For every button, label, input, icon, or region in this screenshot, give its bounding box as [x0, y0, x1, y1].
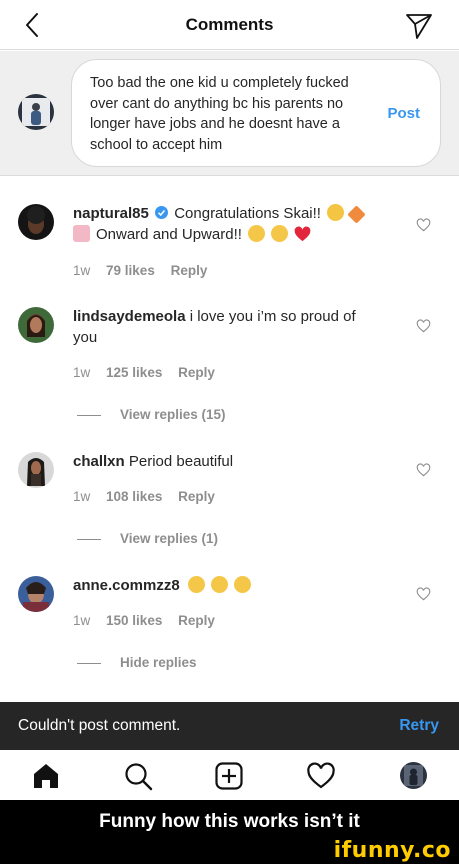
- comment-meta: 1w 150 likes Reply: [73, 613, 227, 628]
- avatar: [18, 94, 54, 130]
- comment-item: lindsaydemeola i love you i’m so proud o…: [0, 286, 459, 436]
- replies-divider: [77, 414, 101, 416]
- caption-text: Funny how this works isn’t it: [99, 811, 360, 832]
- heart-icon[interactable]: [306, 761, 336, 791]
- comment-text: anne.commzz8: [73, 576, 383, 597]
- comment-body-line2: Onward and Upward!!: [96, 225, 242, 243]
- comment-body: Period beautiful: [128, 453, 234, 470]
- avatar[interactable]: [18, 452, 54, 488]
- comment-username[interactable]: anne.commzz8: [73, 577, 180, 594]
- comment-text: naptural85 Congratulations Skai!! Onward…: [73, 204, 383, 245]
- comment-likes[interactable]: 125 likes: [106, 365, 162, 380]
- view-replies-button[interactable]: View replies (1): [77, 531, 218, 546]
- heart-eyes-emoji-icon: [234, 576, 252, 593]
- comment-composer: Too bad the one kid u completely fucked …: [0, 51, 459, 176]
- comment-likes[interactable]: 150 likes: [106, 613, 162, 628]
- replies-label[interactable]: View replies (15): [120, 407, 226, 422]
- comment-username[interactable]: challxn: [73, 453, 125, 470]
- comments-header: Comments: [0, 0, 459, 50]
- red-heart-emoji-icon: [295, 225, 311, 241]
- comment-item: naptural85 Congratulations Skai!! Onward…: [0, 176, 459, 286]
- like-heart-icon[interactable]: [416, 587, 431, 601]
- comment-username[interactable]: naptural85: [73, 205, 149, 222]
- search-icon[interactable]: [123, 761, 153, 791]
- profile-icon[interactable]: [400, 762, 427, 789]
- comment-likes[interactable]: 79 likes: [106, 263, 155, 278]
- retry-button[interactable]: Retry: [399, 717, 439, 735]
- avatar[interactable]: [18, 204, 54, 240]
- like-heart-icon[interactable]: [416, 218, 431, 232]
- comment-text: lindsaydemeola i love you i’m so proud o…: [73, 307, 383, 348]
- party-face-emoji-icon: [327, 204, 345, 221]
- paper-plane-icon[interactable]: [405, 12, 433, 40]
- view-replies-button[interactable]: View replies (15): [77, 407, 226, 422]
- bottom-tab-bar: [0, 750, 459, 800]
- heart-eyes-emoji-icon: [211, 576, 229, 593]
- post-button[interactable]: Post: [387, 105, 420, 122]
- party-popper-emoji-icon: [347, 205, 366, 224]
- reply-button[interactable]: Reply: [178, 365, 215, 380]
- toast-message: Couldn't post comment.: [18, 717, 181, 734]
- ifunny-watermark: ifunny.co: [333, 838, 451, 863]
- comment-time: 1w: [73, 489, 91, 504]
- reply-button[interactable]: Reply: [178, 489, 215, 504]
- avatar[interactable]: [18, 307, 54, 343]
- replies-divider: [77, 538, 101, 540]
- add-icon[interactable]: [214, 761, 244, 791]
- home-icon[interactable]: [31, 761, 61, 791]
- page-title: Comments: [185, 15, 274, 34]
- comment-body: Congratulations Skai!!: [174, 205, 321, 222]
- heart-eyes-emoji-icon: [187, 576, 205, 593]
- comment-likes[interactable]: 108 likes: [106, 489, 162, 504]
- comment-meta: 1w 125 likes Reply: [73, 365, 227, 380]
- kissing-face-emoji-icon: [271, 224, 289, 242]
- replies-divider: [77, 662, 101, 664]
- comment-text: challxn Period beautiful: [73, 452, 383, 473]
- like-heart-icon[interactable]: [416, 463, 431, 477]
- comment-meta: 1w 79 likes Reply: [73, 263, 219, 278]
- comment-time: 1w: [73, 613, 91, 628]
- hide-replies-button[interactable]: Hide replies: [77, 655, 197, 670]
- replies-label[interactable]: Hide replies: [120, 655, 197, 670]
- comment-item: anne.commzz8 1w 150 likes Reply Hide rep…: [0, 561, 459, 702]
- replies-label[interactable]: View replies (1): [120, 531, 218, 546]
- reply-button[interactable]: Reply: [171, 263, 208, 278]
- like-heart-icon[interactable]: [416, 319, 431, 333]
- comment-username[interactable]: lindsaydemeola: [73, 308, 186, 325]
- verified-badge-icon: [155, 206, 169, 219]
- gift-emoji-icon: [73, 224, 90, 242]
- error-toast: Couldn't post comment. Retry: [0, 702, 459, 750]
- comment-input-text[interactable]: Too bad the one kid u completely fucked …: [90, 73, 380, 155]
- watermark-bar: ifunny.co: [0, 838, 459, 864]
- comment-input[interactable]: Too bad the one kid u completely fucked …: [71, 59, 441, 167]
- comment-meta: 1w 108 likes Reply: [73, 489, 227, 504]
- hugging-face-emoji-icon: [248, 224, 266, 242]
- comment-time: 1w: [73, 365, 91, 380]
- avatar[interactable]: [18, 576, 54, 612]
- comment-time: 1w: [73, 263, 91, 278]
- reply-button[interactable]: Reply: [178, 613, 215, 628]
- comment-item: challxn Period beautiful 1w 108 likes Re…: [0, 436, 459, 561]
